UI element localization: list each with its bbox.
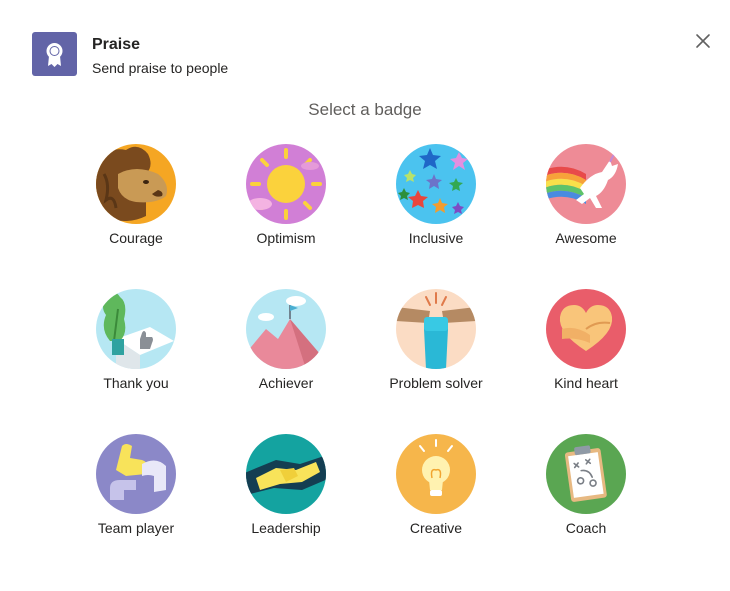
badge-label: Team player <box>97 520 175 536</box>
badge-label: Thank you <box>103 375 169 391</box>
badge-awesome[interactable]: Awesome <box>516 144 656 264</box>
badge-label: Problem solver <box>389 375 483 391</box>
handshake-icon <box>246 434 326 514</box>
badge-label: Creative <box>409 520 463 536</box>
sun-icon <box>246 144 326 224</box>
badge-kind-heart[interactable]: Kind heart <box>516 289 656 409</box>
badge-creative[interactable]: Creative <box>366 434 506 554</box>
badge-label: Optimism <box>256 230 316 246</box>
badge-coach[interactable]: Coach <box>516 434 656 554</box>
badge-grid: Courage Optimism Inclusive Awesome Thank… <box>0 0 730 591</box>
lightbulb-icon <box>396 434 476 514</box>
stars-icon <box>396 144 476 224</box>
badge-label: Kind heart <box>554 375 618 391</box>
badge-inclusive[interactable]: Inclusive <box>366 144 506 264</box>
unicorn-icon <box>546 144 626 224</box>
clipboard-icon <box>546 434 626 514</box>
fist-icon <box>396 289 476 369</box>
badge-problem-solver[interactable]: Problem solver <box>366 289 506 409</box>
lion-icon <box>96 144 176 224</box>
badge-label: Courage <box>109 230 163 246</box>
linked-arms-icon <box>96 434 176 514</box>
badge-leadership[interactable]: Leadership <box>216 434 356 554</box>
badge-label: Awesome <box>555 230 617 246</box>
badge-optimism[interactable]: Optimism <box>216 144 356 264</box>
mountain-icon <box>246 289 326 369</box>
badge-label: Achiever <box>258 375 314 391</box>
badge-label: Inclusive <box>408 230 464 246</box>
badge-label: Leadership <box>251 520 321 536</box>
badge-courage[interactable]: Courage <box>66 144 206 264</box>
badge-achiever[interactable]: Achiever <box>216 289 356 409</box>
badge-label: Coach <box>565 520 607 536</box>
thumbs-up-icon <box>96 289 176 369</box>
badge-thank-you[interactable]: Thank you <box>66 289 206 409</box>
heart-hands-icon <box>546 289 626 369</box>
badge-team-player[interactable]: Team player <box>66 434 206 554</box>
